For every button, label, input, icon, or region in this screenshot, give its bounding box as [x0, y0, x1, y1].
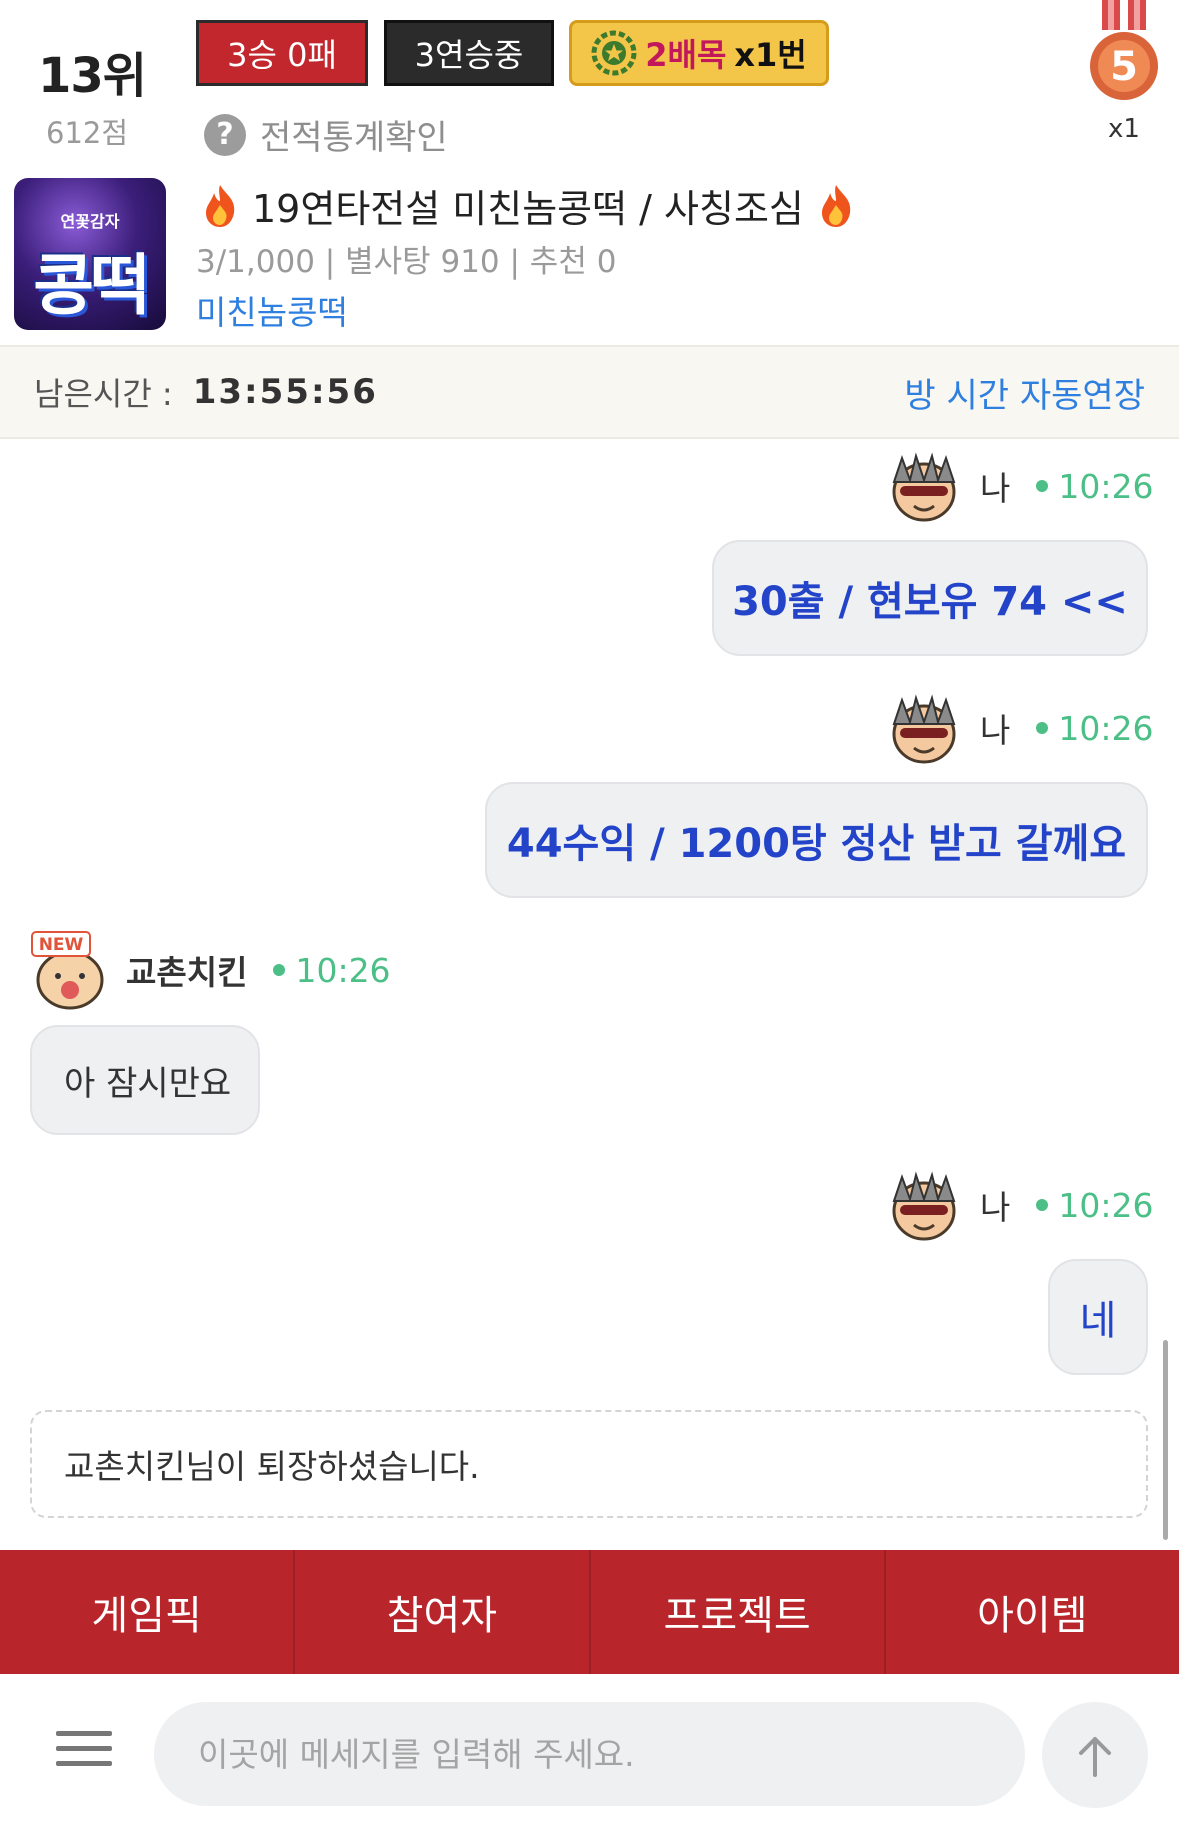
message-time: 10:26: [295, 950, 391, 990]
rank-block: 13위 612점: [38, 36, 168, 152]
message-header: 나 10:26: [884, 688, 1153, 768]
online-dot: [1036, 1199, 1049, 1211]
sender-name: 나: [980, 1188, 1011, 1227]
message-header: 나 10:26: [884, 1165, 1153, 1245]
sender-name: 나: [980, 711, 1011, 750]
timer-value: 13:55:56: [192, 372, 378, 412]
score-label: 612점: [46, 116, 129, 150]
message-bubble: 아 잠시만요: [30, 1025, 260, 1135]
send-button[interactable]: [1042, 1702, 1148, 1808]
message-header: 나 10:26: [884, 446, 1153, 526]
message-bubble: 44수익 / 1200탕 정산 받고 갈께요: [485, 782, 1148, 898]
room-logo: 연꽃감자 콩떡: [14, 178, 166, 330]
message-input[interactable]: [154, 1702, 1025, 1806]
stats-link[interactable]: ? 전적통계확인: [204, 110, 448, 159]
message-bubble: 네: [1048, 1259, 1148, 1375]
fire-icon: [206, 184, 235, 227]
avatar-icon[interactable]: NEW: [30, 930, 110, 1010]
multiplier-count: x1번: [734, 36, 807, 74]
multiplier-label: 2배목: [645, 36, 727, 74]
message-time: 10:26: [1058, 466, 1154, 506]
rank-label: 13위: [38, 48, 147, 104]
medal-number: 5: [1110, 44, 1138, 90]
room-logo-title: 콩떡: [33, 247, 150, 324]
new-badge: NEW: [39, 935, 84, 955]
medal-count: x1: [1108, 114, 1140, 144]
auto-extend-button[interactable]: 방 시간 자동연장: [904, 368, 1145, 417]
fire-icon: [821, 184, 851, 227]
online-dot: [1036, 722, 1049, 734]
stats-link-label: 전적통계확인: [260, 118, 448, 158]
message-time: 10:26: [1058, 1185, 1154, 1225]
help-icon: ?: [204, 113, 246, 156]
tab-items[interactable]: 아이템: [886, 1550, 1179, 1674]
tab-project[interactable]: 프로젝트: [591, 1550, 886, 1674]
online-dot: [1036, 480, 1049, 492]
room-logo-subtitle: 연꽃감자: [60, 212, 120, 231]
room-meta: 3/1,000 | 별사탕 910 | 추천 0: [196, 244, 617, 280]
timer-label: 남은시간 :: [34, 375, 173, 413]
system-notice: 교촌치킨님이 퇴장하셨습니다.: [30, 1410, 1148, 1518]
message-time: 10:26: [1058, 708, 1154, 748]
avatar-icon[interactable]: [884, 446, 964, 526]
multiplier-badge: 2배목 x1번: [569, 20, 829, 86]
avatar-icon[interactable]: [884, 1165, 964, 1245]
room-title: 19연타전설 미친놈콩떡 / 사칭조심: [200, 178, 856, 233]
tab-bar: 게임픽 참여자 프로젝트 아이템: [0, 1550, 1179, 1674]
tab-game-pick[interactable]: 게임픽: [0, 1550, 296, 1674]
room-host-link[interactable]: 미친놈콩떡: [196, 286, 348, 334]
chat-scrollbar[interactable]: [1163, 1340, 1168, 1540]
wreath-icon: [591, 30, 637, 76]
online-dot: [273, 964, 286, 976]
message-header: NEW 교촌치킨 10:26: [30, 930, 391, 1010]
tab-participants[interactable]: 참여자: [295, 1550, 591, 1674]
sender-name: 교촌치킨: [126, 953, 248, 992]
sender-name: 나: [980, 469, 1011, 508]
timer-bar: 남은시간 : 13:55:56 방 시간 자동연장: [0, 345, 1179, 439]
message-bubble: 30출 / 현보유 74 <<: [712, 540, 1148, 656]
streak-badge: 3연승중: [384, 20, 554, 86]
menu-icon[interactable]: [56, 1729, 112, 1769]
arrow-up-icon: [1079, 1737, 1111, 1777]
record-badge: 3승 0패: [196, 20, 368, 86]
avatar-icon[interactable]: [884, 688, 964, 768]
medal-icon[interactable]: 5: [1088, 0, 1160, 110]
room-title-text: 19연타전설 미친놈콩떡 / 사칭조심: [252, 187, 804, 231]
input-area: [0, 1674, 1179, 1827]
